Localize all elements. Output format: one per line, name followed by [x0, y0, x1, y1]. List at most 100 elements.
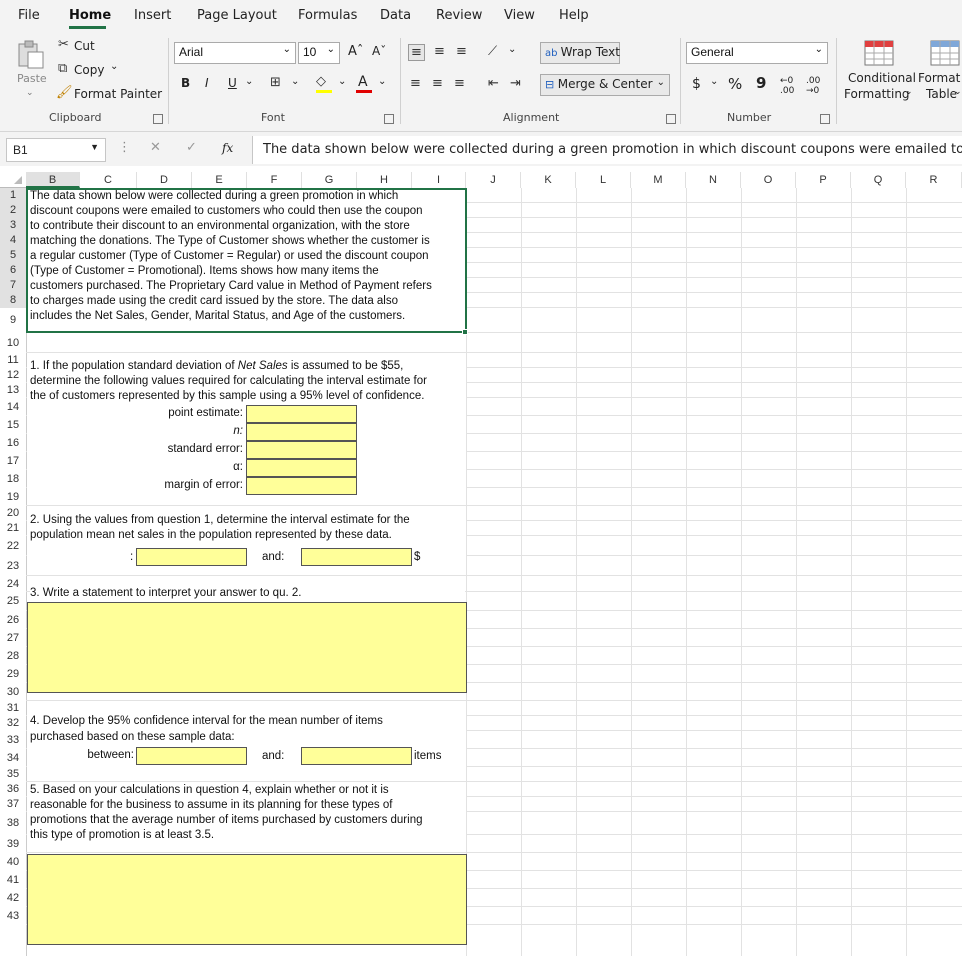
clipboard-launcher-icon[interactable]: [153, 114, 163, 124]
column-header-l[interactable]: L: [576, 172, 631, 188]
wrap-text-button[interactable]: ab Wrap Text: [540, 42, 620, 64]
n-input[interactable]: [246, 423, 357, 441]
orientation-icon[interactable]: ⟋: [488, 44, 497, 59]
align-middle-icon[interactable]: ≡: [434, 44, 445, 59]
comma-style-button[interactable]: 9: [756, 74, 766, 92]
column-header-e[interactable]: E: [192, 172, 247, 188]
fill-color-icon[interactable]: ◇: [316, 74, 326, 89]
increase-indent-icon[interactable]: ⇥: [510, 76, 521, 91]
merge-center-button[interactable]: ⊟ Merge & Center ⌄: [540, 74, 670, 96]
align-top-icon[interactable]: ≡: [408, 44, 425, 61]
row-header-12[interactable]: 12: [0, 368, 26, 383]
font-color-button[interactable]: A: [358, 74, 368, 90]
column-header-d[interactable]: D: [137, 172, 192, 188]
format-as-table-label-1[interactable]: Format a: [918, 71, 962, 85]
row-header-38[interactable]: 38: [0, 812, 26, 835]
grow-font-button[interactable]: Aˆ: [348, 44, 363, 59]
menu-data[interactable]: Data: [380, 8, 411, 23]
font-color-chevron-icon[interactable]: ⌄: [378, 76, 386, 87]
row-header-35[interactable]: 35: [0, 767, 26, 782]
row-header-41[interactable]: 41: [0, 871, 26, 889]
shrink-font-button[interactable]: Aˇ: [372, 44, 386, 58]
column-header-k[interactable]: K: [521, 172, 576, 188]
row-header-11[interactable]: 11: [0, 353, 26, 368]
items-upper-input[interactable]: [301, 747, 412, 765]
row-header-36[interactable]: 36: [0, 782, 26, 797]
row-header-18[interactable]: 18: [0, 470, 26, 488]
row-header-28[interactable]: 28: [0, 647, 26, 665]
borders-chevron-icon[interactable]: ⌄: [291, 76, 299, 87]
cancel-icon[interactable]: ✕: [150, 140, 161, 155]
paste-chevron-icon[interactable]: ⌄: [26, 88, 34, 98]
column-header-g[interactable]: G: [302, 172, 357, 188]
paste-label[interactable]: Paste: [17, 72, 47, 85]
font-launcher-icon[interactable]: [384, 114, 394, 124]
row-header-30[interactable]: 30: [0, 683, 26, 701]
paste-button[interactable]: [16, 40, 46, 70]
row-header-1[interactable]: 1: [0, 188, 26, 203]
orientation-chevron-icon[interactable]: ⌄: [508, 44, 516, 55]
row-header-43[interactable]: 43: [0, 907, 26, 925]
menu-home[interactable]: Home: [69, 8, 111, 23]
row-header-6[interactable]: 6: [0, 263, 26, 278]
column-header-q[interactable]: Q: [851, 172, 906, 188]
q5-answer-box[interactable]: [27, 854, 467, 945]
column-header-o[interactable]: O: [741, 172, 796, 188]
copy-button[interactable]: Copy: [74, 63, 104, 77]
chevron-down-icon[interactable]: ⌄: [905, 87, 913, 97]
underline-button[interactable]: U: [228, 76, 237, 90]
underline-chevron-icon[interactable]: ⌄: [245, 76, 253, 87]
menu-review[interactable]: Review: [436, 8, 482, 23]
row-header-17[interactable]: 17: [0, 452, 26, 470]
bold-button[interactable]: B: [181, 76, 190, 90]
currency-chevron-icon[interactable]: ⌄: [710, 76, 718, 87]
alignment-launcher-icon[interactable]: [666, 114, 676, 124]
row-header-2[interactable]: 2: [0, 203, 26, 218]
row-header-25[interactable]: 25: [0, 592, 26, 611]
chevron-down-icon[interactable]: ⌄: [954, 87, 962, 97]
conditional-formatting-icon[interactable]: [864, 40, 894, 66]
format-as-table-icon[interactable]: [930, 40, 960, 66]
row-header-33[interactable]: 33: [0, 731, 26, 749]
menu-formulas[interactable]: Formulas: [298, 8, 357, 23]
row-header-7[interactable]: 7: [0, 278, 26, 293]
enter-icon[interactable]: ✓: [186, 140, 197, 155]
row-header-26[interactable]: 26: [0, 611, 26, 629]
row-header-29[interactable]: 29: [0, 665, 26, 683]
row-header-16[interactable]: 16: [0, 434, 26, 452]
column-header-c[interactable]: C: [80, 172, 137, 188]
cut-button[interactable]: Cut: [74, 39, 95, 53]
conditional-formatting-label-1[interactable]: Conditional: [848, 71, 916, 85]
point-estimate-input[interactable]: [246, 405, 357, 423]
fill-chevron-icon[interactable]: ⌄: [338, 76, 346, 87]
decrease-indent-icon[interactable]: ⇤: [488, 76, 499, 91]
decrease-decimal-icon[interactable]: .00 →0: [806, 76, 820, 96]
row-header-24[interactable]: 24: [0, 576, 26, 592]
margin-of-error-input[interactable]: [246, 477, 357, 495]
row-header-37[interactable]: 37: [0, 797, 26, 812]
font-name-select[interactable]: Arial ⌄: [174, 42, 296, 64]
row-header-22[interactable]: 22: [0, 536, 26, 556]
row-header-42[interactable]: 42: [0, 889, 26, 907]
align-center-icon[interactable]: ≡: [432, 76, 443, 91]
row-header-20[interactable]: 20: [0, 506, 26, 521]
row-header-3[interactable]: 3: [0, 218, 26, 233]
row-header-23[interactable]: 23: [0, 556, 26, 576]
currency-button[interactable]: $: [692, 76, 701, 92]
copy-chevron-icon[interactable]: ⌄: [110, 61, 118, 72]
align-right-icon[interactable]: ≡: [454, 76, 465, 91]
row-header-32[interactable]: 32: [0, 716, 26, 731]
row-header-9[interactable]: 9: [0, 308, 26, 333]
select-all-icon[interactable]: [14, 176, 22, 184]
align-left-icon[interactable]: ≡: [410, 76, 421, 91]
menu-file[interactable]: File: [18, 8, 40, 23]
row-header-27[interactable]: 27: [0, 629, 26, 647]
row-header-10[interactable]: 10: [0, 333, 26, 353]
column-header-r[interactable]: R: [906, 172, 962, 188]
column-header-n[interactable]: N: [686, 172, 741, 188]
number-format-select[interactable]: General ⌄: [686, 42, 828, 64]
row-header-4[interactable]: 4: [0, 233, 26, 248]
formula-input[interactable]: The data shown below were collected duri…: [252, 136, 962, 164]
row-header-39[interactable]: 39: [0, 835, 26, 853]
menu-view[interactable]: View: [504, 8, 535, 23]
